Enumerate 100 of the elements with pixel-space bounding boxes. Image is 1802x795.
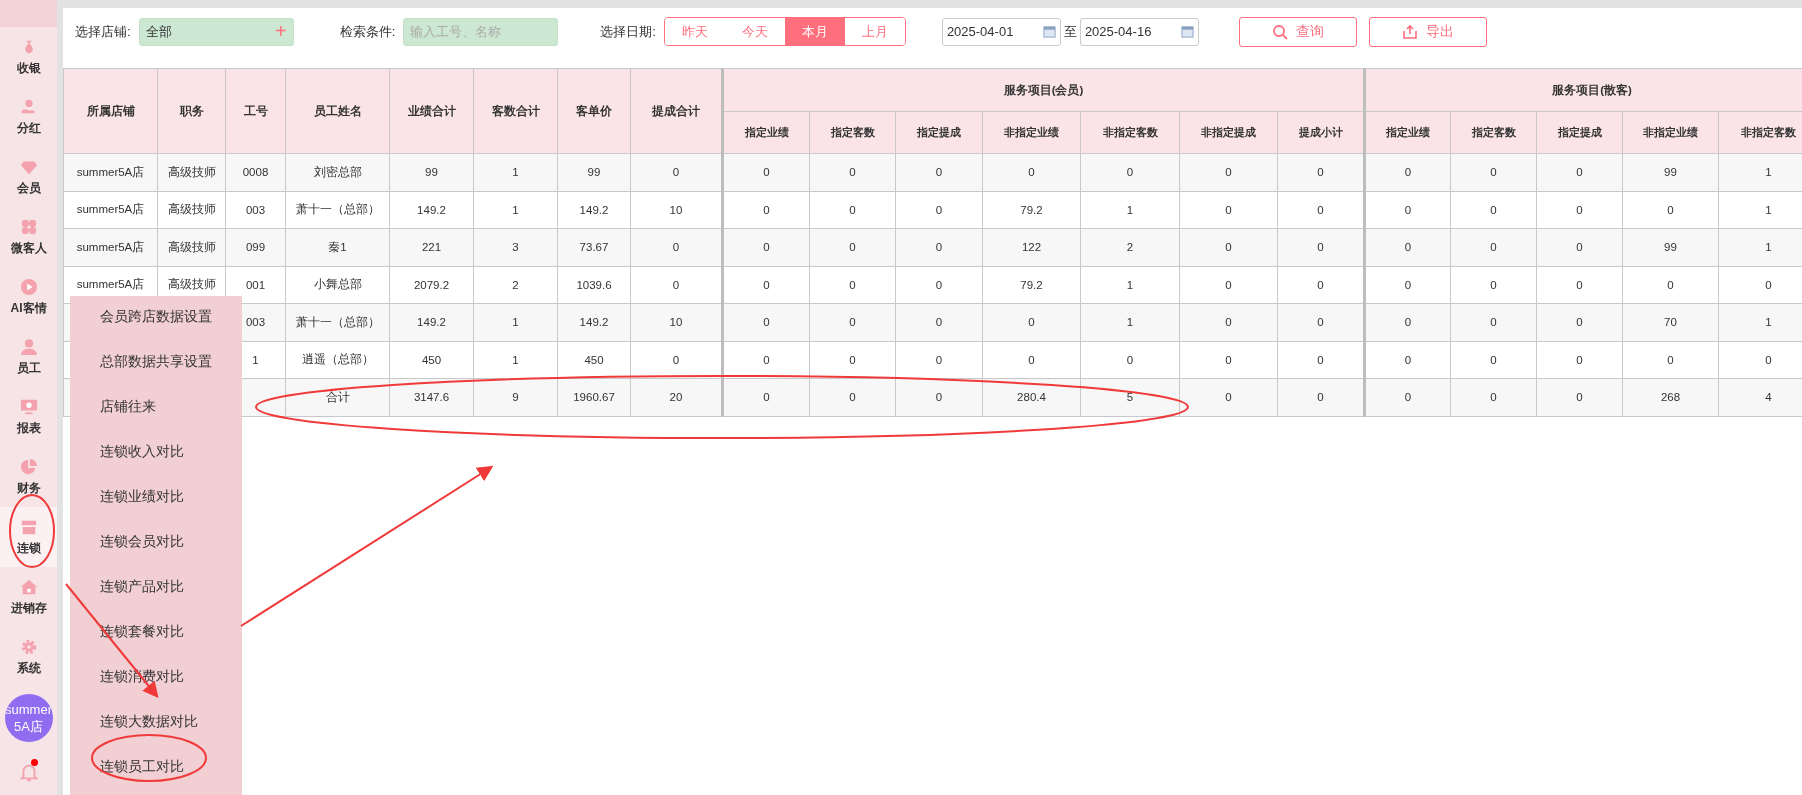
sidebar-item[interactable]: 会员 — [0, 147, 57, 207]
table-cell: 1 — [1126, 316, 1134, 329]
sidebar-item[interactable]: 分红 — [0, 87, 57, 147]
table-cell: 0 — [1667, 203, 1674, 216]
table-cell: 0 — [1317, 166, 1324, 179]
sidebar-item[interactable]: 报表 — [0, 387, 57, 447]
column-header: 提成合计 — [630, 68, 723, 154]
table-cell: 0 — [672, 241, 680, 254]
table-cell: 10 — [669, 203, 683, 216]
table-cell: 高级技师 — [167, 240, 216, 253]
table-cell: 280.4 — [1017, 391, 1046, 404]
sidebar-item[interactable]: 进销存 — [0, 567, 57, 627]
table-cell: 0 — [672, 278, 680, 291]
end-date-field[interactable]: 2025-04-16 — [1079, 17, 1199, 46]
calendar-icon[interactable] — [1042, 25, 1056, 38]
table-cell: 450 — [584, 353, 604, 366]
table-cell: 0 — [1404, 166, 1412, 179]
table-cell: 99 — [587, 166, 601, 179]
table-cell: 1960.67 — [573, 391, 615, 404]
table-cell: 逍遥（总部） — [301, 353, 374, 366]
sidebar-item[interactable]: 财务 — [0, 447, 57, 507]
column-header: 工号 — [225, 68, 286, 154]
sidebar-item[interactable]: 收银 — [0, 27, 57, 87]
column-header: 客数合计 — [473, 68, 558, 154]
date-label: 选择日期: — [600, 22, 656, 41]
store-avatar[interactable]: summer5A店 — [4, 694, 53, 742]
table-cell: 0 — [935, 353, 943, 366]
calendar-icon[interactable] — [1180, 25, 1194, 38]
group-header: 服务项目(散客) — [1364, 68, 1802, 112]
menu-item[interactable]: 连锁产品对比 — [70, 566, 242, 611]
start-date-field[interactable]: 2025-04-01 — [941, 17, 1061, 46]
table-cell: 0 — [1028, 353, 1035, 366]
table-cell: 221 — [421, 241, 442, 254]
table-cell: 0 — [1490, 166, 1497, 179]
table-cell: 0 — [1576, 353, 1583, 366]
menu-item[interactable]: 连锁员工对比 — [70, 746, 242, 791]
table-cell: 2 — [512, 278, 519, 291]
table-cell: 0 — [935, 316, 943, 329]
table-cell: 10 — [669, 316, 683, 329]
column-header: 指定提成 — [895, 111, 983, 154]
table-cell: 0 — [1576, 241, 1583, 254]
sidebar-item[interactable]: 员工 — [0, 327, 57, 387]
date-separator: 至 — [1063, 22, 1077, 41]
table-cell: 0 — [1667, 278, 1674, 291]
menu-item[interactable]: 连锁收入对比 — [70, 431, 242, 476]
table-cell: 0 — [763, 241, 770, 254]
table-cell: 0 — [1765, 278, 1772, 291]
table-cell: 0 — [763, 278, 770, 291]
table-cell: 0 — [1225, 353, 1232, 366]
search-icon — [1271, 23, 1288, 40]
table-cell: 99 — [1664, 241, 1677, 254]
table-cell: 3 — [512, 241, 519, 254]
table-cell: 1 — [1126, 278, 1134, 291]
table-cell: 001 — [245, 278, 266, 291]
menu-item[interactable]: 连锁大数据对比 — [70, 701, 242, 746]
table-cell: 1 — [512, 166, 519, 179]
table-cell: 0 — [1317, 316, 1324, 329]
table-cell: 73.67 — [579, 241, 609, 254]
search-label: 检索条件: — [339, 22, 396, 41]
table-cell: 0 — [1225, 241, 1232, 254]
export-icon — [1401, 23, 1418, 40]
menu-item[interactable]: 总部数据共享设置 — [70, 341, 242, 386]
table-cell: 149.2 — [579, 316, 609, 329]
column-header: 指定客数 — [1450, 111, 1537, 154]
table-cell: 0 — [1317, 353, 1324, 366]
table-cell: 0 — [935, 391, 943, 404]
gear-icon — [19, 637, 38, 656]
table-cell: 0 — [1225, 166, 1232, 179]
table-cell: 3147.6 — [413, 391, 450, 404]
store-select[interactable]: 全部 + — [138, 17, 294, 46]
table-cell: 0 — [672, 166, 680, 179]
menu-item[interactable]: 店铺往来 — [70, 386, 242, 431]
column-header: 非指定客数 — [1718, 111, 1802, 154]
table-cell: summer5A店 — [76, 240, 145, 253]
table-cell: 003 — [245, 203, 266, 216]
table-cell: summer5A店 — [76, 203, 145, 216]
table-cell: 1 — [512, 203, 519, 216]
table-cell: 0 — [1126, 353, 1134, 366]
column-header: 非指定业绩 — [982, 111, 1081, 154]
table-cell: 0 — [1576, 391, 1583, 404]
table-cell: 79.2 — [1020, 203, 1043, 216]
table-cell: 0 — [672, 353, 680, 366]
menu-item[interactable]: 会员跨店数据设置 — [70, 296, 242, 341]
table-cell: 0 — [849, 278, 856, 291]
table-cell: 9 — [512, 391, 519, 404]
table-cell: 1 — [1765, 203, 1772, 216]
column-header: 业绩合计 — [389, 68, 474, 154]
column-header: 非指定客数 — [1080, 111, 1180, 154]
table-cell: 萧十一（总部） — [295, 315, 380, 328]
sidebar-item[interactable]: 连锁 — [0, 507, 57, 567]
table-cell: 1 — [1765, 316, 1772, 329]
table-cell: 0 — [1765, 353, 1772, 366]
menu-item[interactable]: 连锁业绩对比 — [70, 476, 242, 521]
table-cell: 0 — [849, 391, 856, 404]
table-cell: 高级技师 — [167, 165, 216, 178]
sidebar-item[interactable]: AI客情 — [0, 267, 57, 327]
sidebar-item[interactable]: 系统 — [0, 627, 57, 687]
menu-item[interactable]: 连锁会员对比 — [70, 521, 242, 566]
table-cell: 合计 — [325, 390, 350, 403]
sidebar-item[interactable]: 微客人 — [0, 207, 57, 267]
